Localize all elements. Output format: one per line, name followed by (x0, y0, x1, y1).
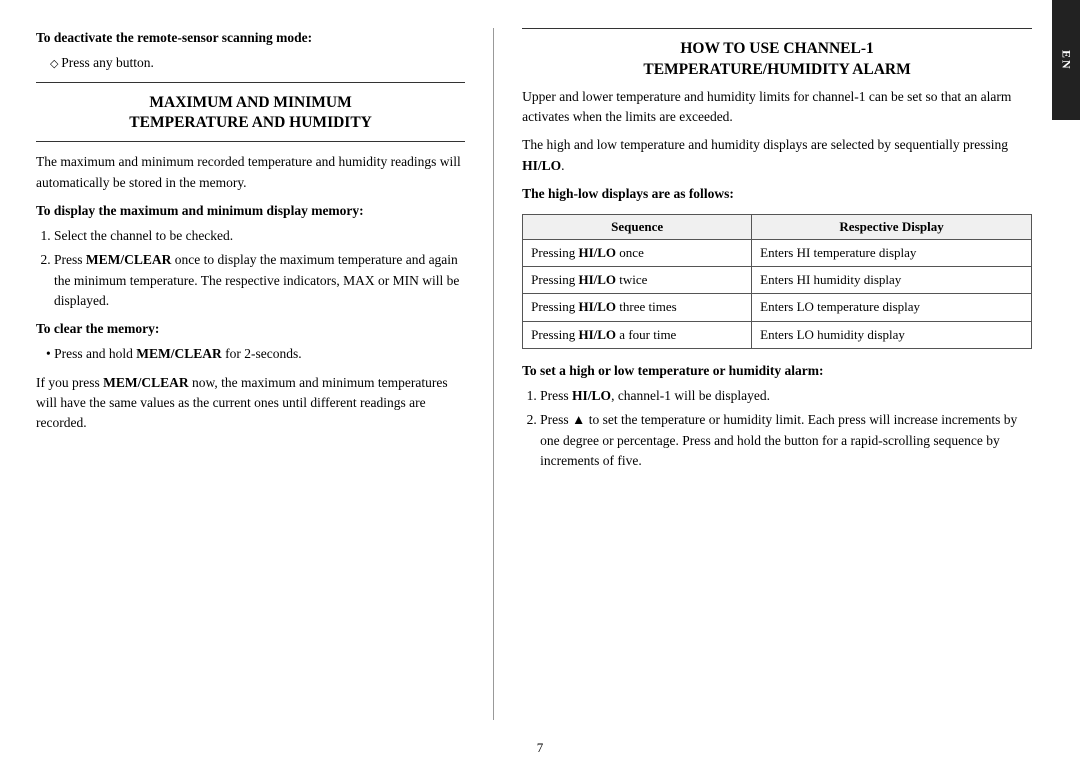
section2-title-line2: Temperature/Humidity Alarm (643, 61, 910, 78)
right-intro-2: The high and low temperature and humidit… (522, 135, 1032, 176)
hilo-bold-step1: HI/LO (572, 388, 611, 403)
memclear-bold3: MEM/CLEAR (103, 375, 189, 390)
deactivate-item: Press any button. (50, 53, 465, 73)
table-row: Pressing HI/LO three timesEnters LO temp… (523, 294, 1032, 321)
table-row: Pressing HI/LO a four timeEnters LO humi… (523, 321, 1032, 348)
section1-title-line2: Temperature and Humidity (129, 114, 372, 131)
table-header-display: Respective Display (752, 215, 1032, 240)
clear-bullet: Press and hold MEM/CLEAR for 2-seconds. (46, 344, 465, 364)
section1-intro: The maximum and minimum recorded tempera… (36, 152, 465, 193)
table-cell-display: Enters LO humidity display (752, 321, 1032, 348)
display-heading: To display the maximum and minimum displ… (36, 201, 465, 221)
memclear-bold1: MEM/CLEAR (86, 252, 172, 267)
right-column: How to Use Channel-1 Temperature/Humidit… (494, 28, 1032, 720)
table-cell-display: Enters LO temperature display (752, 294, 1032, 321)
table-cell-display: Enters HI humidity display (752, 267, 1032, 294)
table-header-sequence: Sequence (523, 215, 752, 240)
up-arrow-bold: ▲ (572, 412, 585, 427)
display-steps: Select the channel to be checked. Press … (36, 226, 465, 311)
table-heading: The high-low displays are as follows: (522, 184, 1032, 204)
hilo-bold-intro: HI/LO (522, 158, 561, 173)
memclear-bold2: MEM/CLEAR (136, 346, 222, 361)
hilo-bold-table: HI/LO (578, 299, 616, 314)
hilo-bold-table: HI/LO (578, 327, 616, 342)
clear-para: If you press MEM/CLEAR now, the maximum … (36, 373, 465, 434)
section2-title: How to Use Channel-1 Temperature/Humidit… (522, 39, 1032, 81)
table-cell-sequence: Pressing HI/LO once (523, 240, 752, 267)
display-step-1: Select the channel to be checked. (54, 226, 465, 246)
section1-title: Maximum and Minimum Temperature and Humi… (36, 93, 465, 135)
table-body: Pressing HI/LO onceEnters HI temperature… (523, 240, 1032, 349)
section1-top-rule (36, 82, 465, 83)
section1-bottom-rule (36, 141, 465, 142)
alarm-steps: Press HI/LO, channel-1 will be displayed… (522, 386, 1032, 471)
page-container: To deactivate the remote-sensor scanning… (0, 0, 1080, 766)
section2-title-line1: How to Use Channel-1 (680, 40, 873, 57)
table-header-row: Sequence Respective Display (523, 215, 1032, 240)
right-top-rule (522, 28, 1032, 29)
left-column: To deactivate the remote-sensor scanning… (36, 28, 494, 720)
table-row: Pressing HI/LO onceEnters HI temperature… (523, 240, 1032, 267)
table-cell-sequence: Pressing HI/LO three times (523, 294, 752, 321)
table-row: Pressing HI/LO twiceEnters HI humidity d… (523, 267, 1032, 294)
deactivate-heading: To deactivate the remote-sensor scanning… (36, 28, 465, 48)
page-number: 7 (0, 740, 1080, 766)
clear-list: Press and hold MEM/CLEAR for 2-seconds. (36, 344, 465, 364)
table-cell-sequence: Pressing HI/LO twice (523, 267, 752, 294)
alarm-step-2: Press ▲ to set the temperature or humidi… (540, 410, 1032, 471)
hilo-bold-table: HI/LO (578, 245, 616, 260)
hilo-table: Sequence Respective Display Pressing HI/… (522, 214, 1032, 349)
table-cell-sequence: Pressing HI/LO a four time (523, 321, 752, 348)
language-tab: EN (1052, 0, 1080, 120)
right-intro-1: Upper and lower temperature and humidity… (522, 87, 1032, 128)
section1-title-line1: Maximum and Minimum (149, 94, 351, 111)
alarm-step-1: Press HI/LO, channel-1 will be displayed… (540, 386, 1032, 406)
clear-heading: To clear the memory: (36, 319, 465, 339)
main-content: To deactivate the remote-sensor scanning… (0, 0, 1080, 740)
display-step-2: Press MEM/CLEAR once to display the maxi… (54, 250, 465, 311)
hilo-bold-table: HI/LO (578, 272, 616, 287)
deactivate-list: Press any button. (36, 53, 465, 73)
alarm-heading: To set a high or low temperature or humi… (522, 361, 1032, 381)
table-cell-display: Enters HI temperature display (752, 240, 1032, 267)
